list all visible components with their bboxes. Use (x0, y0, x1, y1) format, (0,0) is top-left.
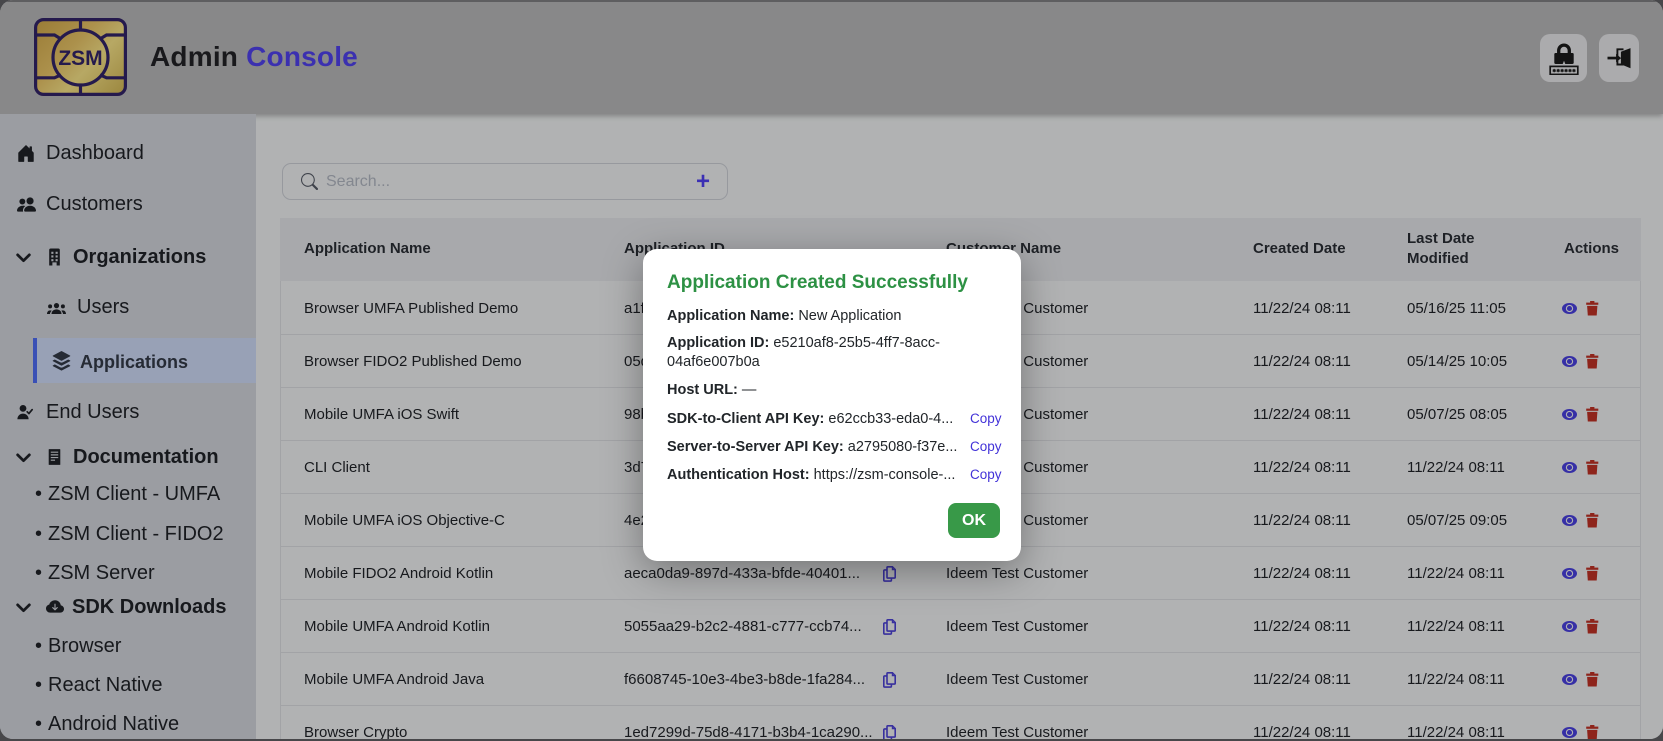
svg-text:ZSM: ZSM (58, 47, 102, 70)
